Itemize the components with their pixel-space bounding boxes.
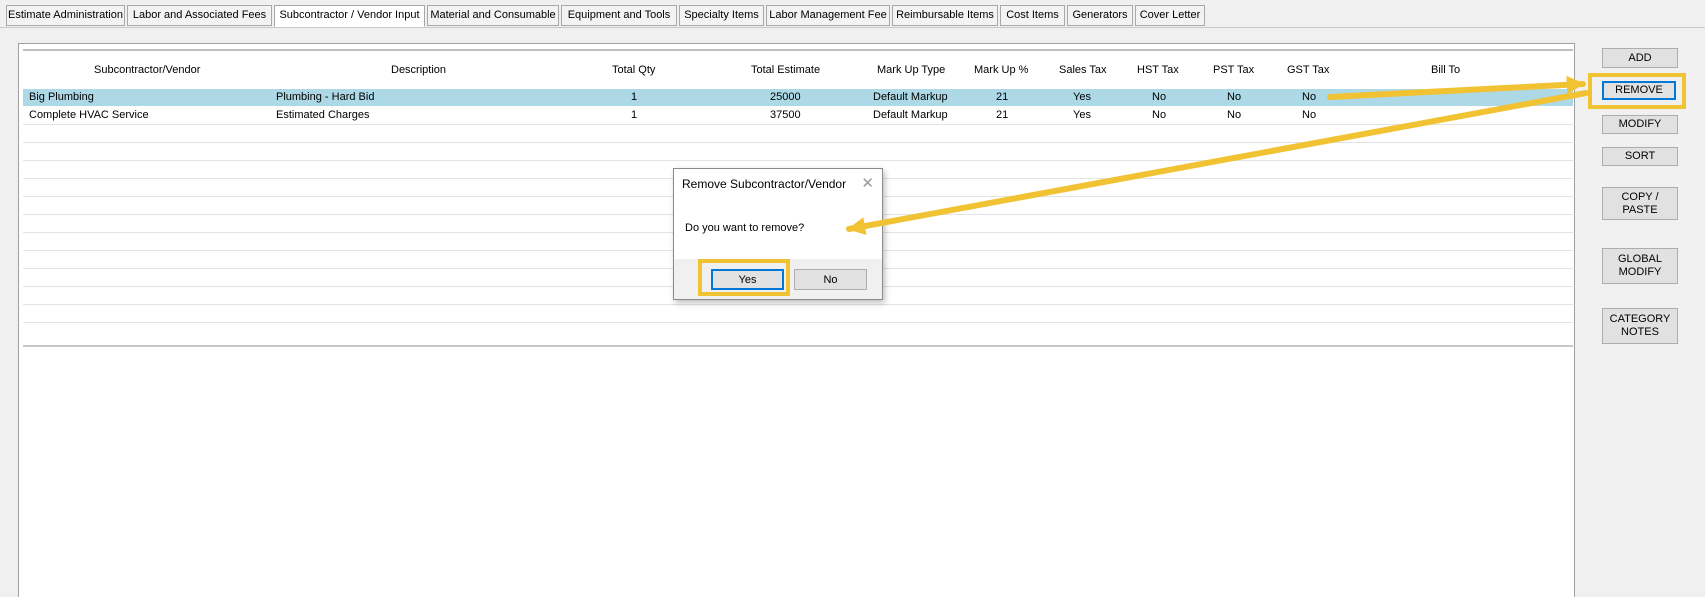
annotation-arrows bbox=[846, 75, 1589, 235]
arrow-to-remove-button bbox=[1327, 75, 1586, 100]
arrow-to-dialog-message bbox=[846, 90, 1589, 235]
